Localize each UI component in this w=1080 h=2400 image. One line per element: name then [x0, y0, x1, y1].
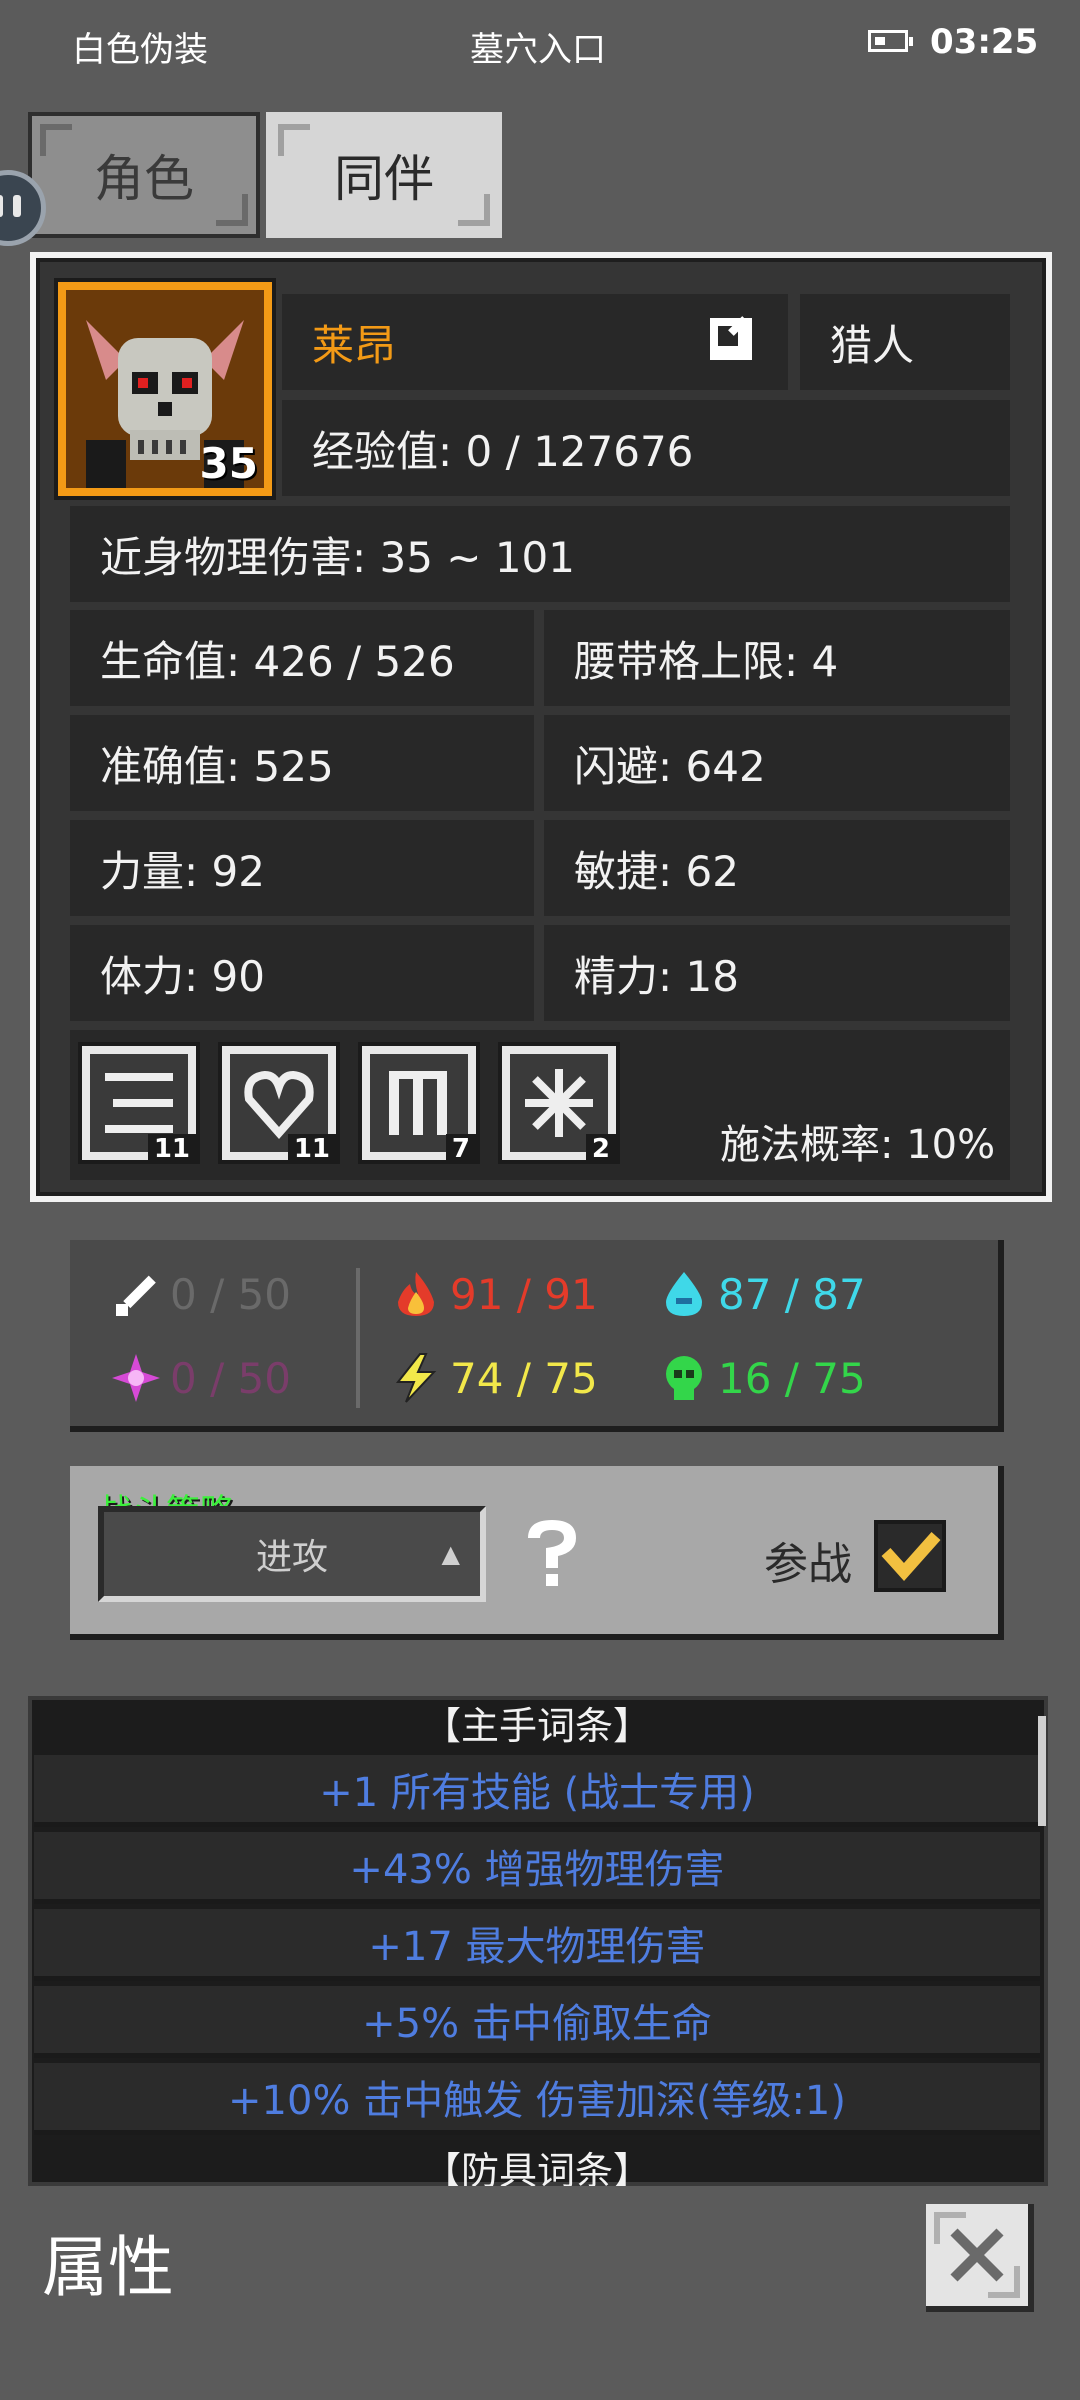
skill-count-3: 7 — [445, 1134, 476, 1164]
stat-stamina: 体力: 90 — [70, 925, 534, 1021]
poison-skull-icon — [658, 1352, 710, 1404]
resist-fire-value: 91 / 91 — [450, 1269, 598, 1319]
checkmark-icon — [881, 1532, 941, 1581]
magic-burst-icon — [110, 1352, 162, 1404]
stat-strength-text: 力量: 92 — [100, 846, 265, 896]
stat-stamina-text: 体力: 90 — [100, 951, 265, 1001]
resist-physical-value: 0 / 50 — [170, 1269, 292, 1319]
companion-class-text: 猎人 — [830, 320, 915, 370]
experience-text: 经验值: 0 / 127676 — [312, 426, 694, 476]
affix-item: +17 最大物理伤害 — [34, 1909, 1040, 1981]
melee-damage-text: 近身物理伤害: 35 ~ 101 — [100, 532, 576, 582]
tab-character-label: 角色 — [94, 150, 194, 208]
skill-count-2: 11 — [287, 1134, 336, 1164]
rename-icon[interactable] — [710, 316, 752, 360]
water-drop-icon — [658, 1268, 710, 1320]
tab-character[interactable]: 角色 — [28, 112, 260, 238]
join-battle-label: 参战 — [764, 1539, 852, 1590]
strategy-dropdown[interactable]: 进攻 ▲ — [98, 1506, 486, 1602]
stat-dodge-text: 闪避: 642 — [574, 741, 766, 791]
join-battle-checkbox[interactable] — [874, 1520, 946, 1592]
pillar-skill-icon — [389, 1071, 447, 1135]
heart-skill-icon — [244, 1070, 314, 1140]
fire-icon — [390, 1268, 442, 1320]
companion-name-text: 莱昂 — [312, 320, 397, 370]
stat-energy: 精力: 18 — [544, 925, 1010, 1021]
cast-rate: 施法概率: 10% — [720, 1122, 996, 1168]
stat-agility: 敏捷: 62 — [544, 820, 1010, 916]
melee-damage-row: 近身物理伤害: 35 ~ 101 — [70, 506, 1010, 602]
resist-cold: 87 / 87 — [658, 1268, 866, 1320]
stat-belt: 腰带格上限: 4 — [544, 610, 1010, 706]
skill-slot-4[interactable]: 2 — [498, 1042, 620, 1164]
affix-item: +1 所有技能 (战士专用) — [34, 1755, 1040, 1827]
close-button[interactable] — [926, 2204, 1034, 2312]
help-icon[interactable] — [520, 1516, 584, 1592]
main-hand-affix-header: 【主手词条】 — [422, 1703, 651, 1748]
sword-icon — [110, 1268, 162, 1320]
resist-magic: 0 / 50 — [110, 1352, 291, 1404]
stat-hp: 生命值: 426 / 526 — [70, 610, 534, 706]
chevron-up-icon: ▲ — [441, 1540, 460, 1568]
resist-poison-value: 16 / 75 — [718, 1353, 866, 1403]
companion-portrait[interactable]: 35 — [58, 282, 272, 496]
footer-title: 属性 — [42, 2229, 174, 2306]
stat-accuracy: 准确值: 525 — [70, 715, 534, 811]
location-title: 墓穴入口 — [470, 30, 606, 70]
resist-fire: 91 / 91 — [390, 1268, 598, 1320]
affix-item: +10% 击中触发 伤害加深(等级:1) — [34, 2063, 1040, 2135]
affix-item: +5% 击中偷取生命 — [34, 1986, 1040, 2058]
resist-cold-value: 87 / 87 — [718, 1269, 866, 1319]
skill-count-1: 11 — [147, 1134, 196, 1164]
stat-energy-text: 精力: 18 — [574, 951, 739, 1001]
armor-affix-header: 【防具词条】 — [34, 2140, 1040, 2186]
scrollbar-thumb[interactable] — [1038, 1716, 1046, 1826]
stat-hp-text: 生命值: 426 / 526 — [100, 636, 455, 686]
skill-count-4: 2 — [585, 1134, 616, 1164]
close-icon — [950, 2228, 1004, 2282]
battery-icon — [868, 30, 913, 52]
stat-dodge: 闪避: 642 — [544, 715, 1010, 811]
stat-agility-text: 敏捷: 62 — [574, 846, 739, 896]
stat-belt-text: 腰带格上限: 4 — [574, 636, 839, 686]
resist-poison: 16 / 75 — [658, 1352, 866, 1404]
tab-companion-label: 同伴 — [334, 150, 434, 208]
star-skill-icon — [525, 1069, 593, 1137]
resist-lightning-value: 74 / 75 — [450, 1353, 598, 1403]
companion-level: 35 — [199, 439, 258, 488]
companion-class: 猎人 — [800, 294, 1010, 390]
skill-slot-3[interactable]: 7 — [358, 1042, 480, 1164]
lightning-icon — [390, 1352, 442, 1404]
strategy-value: 进攻 — [255, 1537, 328, 1578]
stat-accuracy-text: 准确值: 525 — [100, 741, 334, 791]
clock: 03:25 — [930, 22, 1039, 62]
skill-slot-1[interactable]: 11 — [78, 1042, 200, 1164]
resist-physical: 0 / 50 — [110, 1268, 291, 1320]
skill-slot-2[interactable]: 11 — [218, 1042, 340, 1164]
status-left-text: 白色伪装 — [72, 30, 208, 70]
experience-row: 经验值: 0 / 127676 — [282, 400, 1010, 496]
stat-strength: 力量: 92 — [70, 820, 534, 916]
resistance-divider — [356, 1268, 360, 1408]
resist-magic-value: 0 / 50 — [170, 1353, 292, 1403]
tab-companion[interactable]: 同伴 — [266, 112, 502, 238]
lines-skill-icon — [105, 1073, 173, 1133]
resist-lightning: 74 / 75 — [390, 1352, 598, 1404]
armor-affix-header-text: 【防具词条】 — [422, 2149, 651, 2186]
affix-item: +43% 增强物理伤害 — [34, 1832, 1040, 1904]
